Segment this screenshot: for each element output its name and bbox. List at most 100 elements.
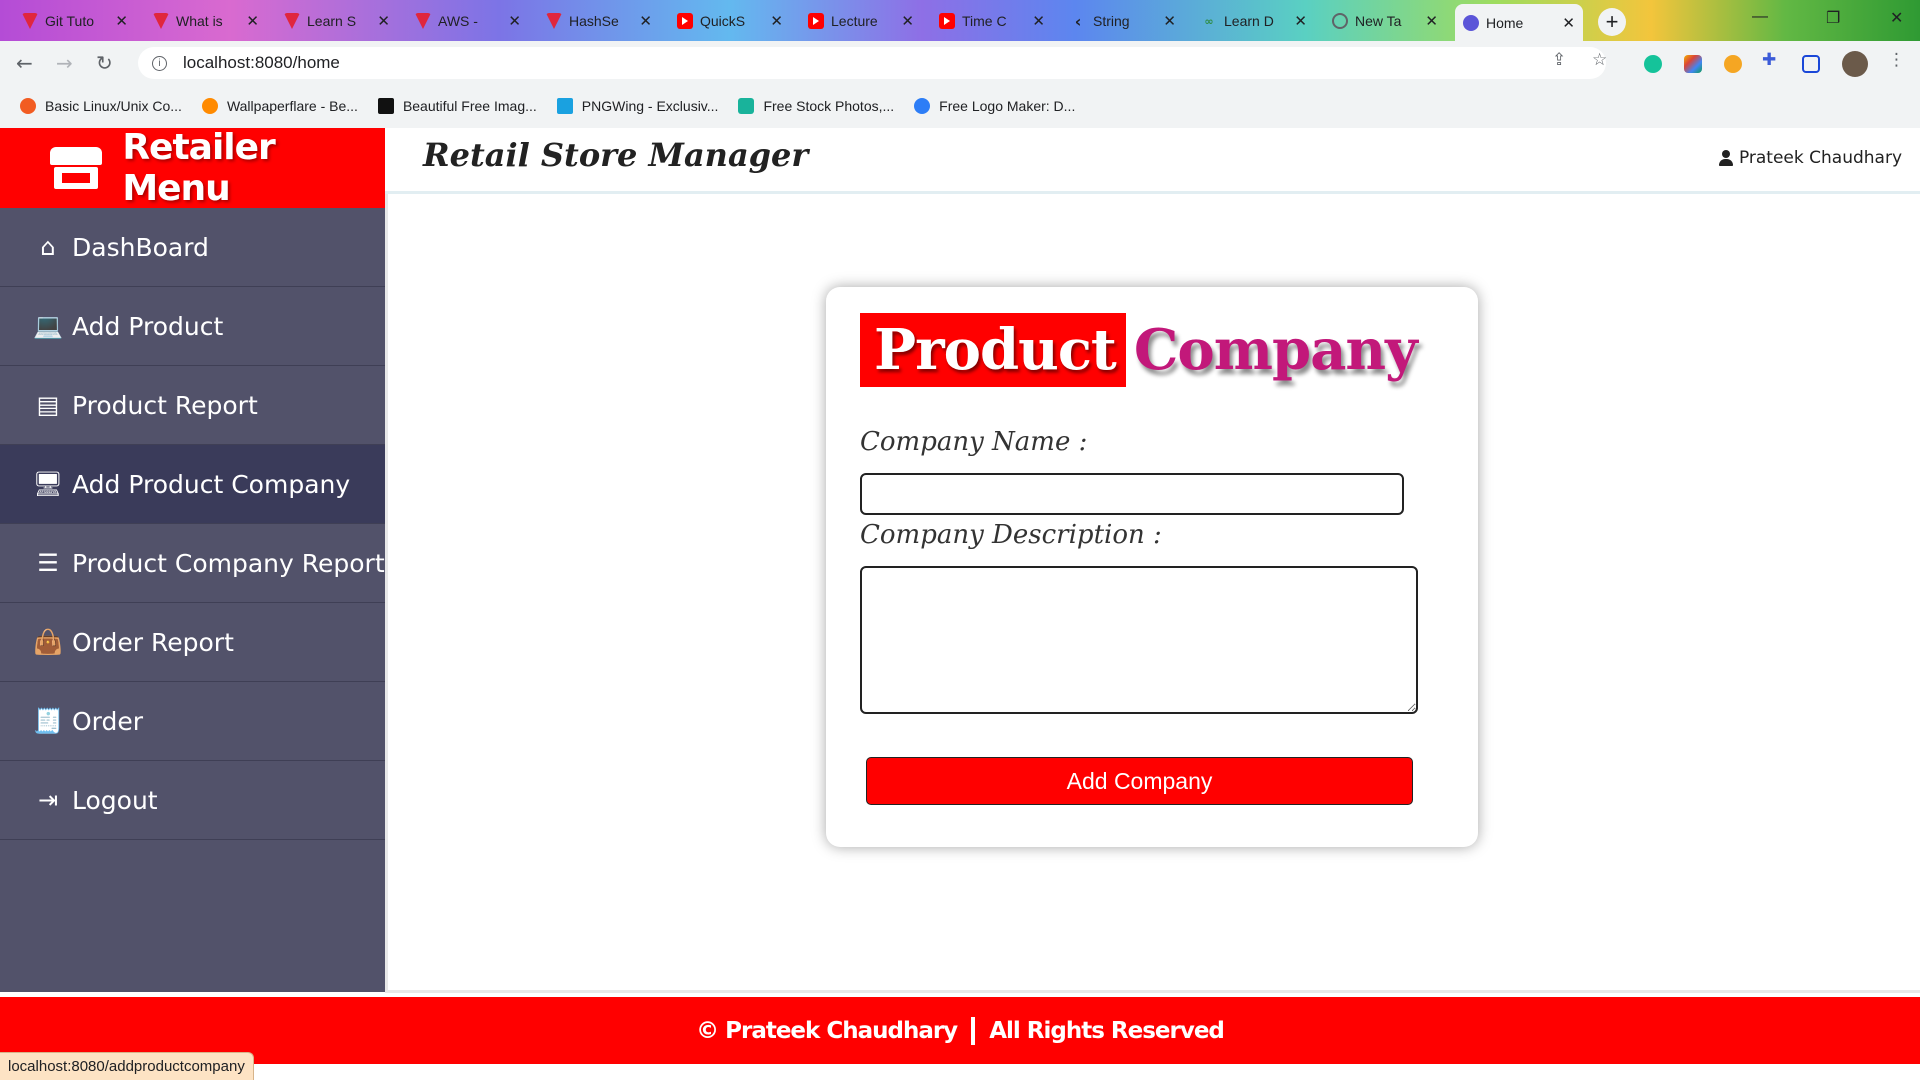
bookmark-icon [20,98,36,114]
sidebar-item-product-company-report[interactable]: ☰ Product Company Report [0,524,385,603]
close-icon[interactable]: ✕ [901,12,914,30]
tab-title: Learn D [1224,13,1274,29]
bookmark-item[interactable]: Free Stock Photos,... [738,98,894,114]
browser-tab[interactable]: ∞ Learn D ✕ [1193,5,1315,37]
tab-title: Home [1486,14,1524,31]
vivaldi-icon [284,13,300,29]
tab-title: New Ta [1355,13,1402,29]
browser-tab[interactable]: AWS - ✕ [407,5,529,37]
browser-tab[interactable]: HashSe ✕ [538,5,660,37]
side-panel-icon[interactable] [1802,55,1820,73]
close-icon[interactable]: ✕ [1425,12,1438,30]
laptop-icon: 💻 [33,312,63,340]
status-url: localhost:8080/addproductcompany [8,1058,245,1075]
sidebar-item-logout[interactable]: ⇥ Logout [0,761,385,840]
sidebar-item-product-report[interactable]: ▤ Product Report [0,366,385,445]
globe-icon [1332,13,1348,29]
extension-icon[interactable] [1724,55,1742,73]
avatar[interactable] [1842,51,1868,77]
close-icon[interactable]: ✕ [1163,12,1176,30]
vivaldi-icon [153,13,169,29]
sidebar-item-label: DashBoard [72,232,209,262]
bookmark-icon [556,98,573,114]
browser-tab[interactable]: Lecture ✕ [800,5,922,37]
browser-status-bar: localhost:8080/addproductcompany [0,1052,254,1080]
close-icon[interactable]: ✕ [508,12,521,30]
address-url[interactable]: localhost:8080/home [183,53,340,73]
browser-tab[interactable]: Learn S ✕ [276,5,398,37]
store-icon [50,147,102,189]
sidebar-item-order[interactable]: 🧾 Order [0,682,385,761]
close-icon[interactable]: ✕ [246,12,259,30]
bookmark-item[interactable]: Wallpaperflare - Be... [201,98,358,114]
bookmark-item[interactable]: PNGWing - Exclusiv... [556,98,718,114]
close-icon[interactable]: ✕ [377,12,390,30]
bookmark-item[interactable]: Basic Linux/Unix Co... [20,98,182,114]
vivaldi-icon [22,13,38,29]
user-name: Prateek Chaudhary [1738,148,1902,168]
sidebar-item-add-product[interactable]: 💻 Add Product [0,287,385,366]
share-icon[interactable]: ⇪ [1552,50,1566,70]
puzzle-icon[interactable]: ✚ [1762,50,1776,70]
browser-tab-strip: Git Tuto ✕ What is ✕ Learn S ✕ AWS - ✕ H… [0,0,1920,41]
card-title-part1: Product [860,313,1126,387]
page-bottom [0,1064,1920,1080]
sidebar-item-order-report[interactable]: 👜 Order Report [0,603,385,682]
company-name-input[interactable] [860,473,1404,515]
browser-tab[interactable]: Git Tuto ✕ [14,5,136,37]
list-alt-icon: ▤ [36,391,60,419]
window-close-icon[interactable]: ✕ [1890,8,1903,28]
sidebar-item-label: Product Company Report [72,548,385,578]
close-icon[interactable]: ✕ [1294,12,1307,30]
minimize-icon[interactable]: — [1752,8,1768,26]
footer-rights: All Rights Reserved [989,1017,1225,1044]
sidebar-brand-title: Retailer Menu [122,127,275,209]
sidebar-item-dashboard[interactable]: ⌂ DashBoard [0,208,385,287]
back-icon[interactable]: ← [16,51,33,75]
browser-tab-active[interactable]: Home ✕ [1455,4,1583,41]
forward-icon[interactable]: → [56,51,73,75]
site-info-icon[interactable]: i [152,55,167,71]
close-icon[interactable]: ✕ [1032,12,1045,30]
sign-out-icon: ⇥ [37,786,59,814]
divider [385,194,388,992]
close-icon[interactable]: ✕ [1562,14,1575,32]
add-company-button[interactable]: Add Company [866,757,1413,805]
kebab-menu-icon[interactable]: ⋮ [1888,50,1905,70]
user-menu[interactable]: Prateek Chaudhary [1718,148,1902,168]
company-name-label: Company Name : [860,427,1088,457]
youtube-icon [939,13,955,29]
vivaldi-icon [415,13,431,29]
vivaldi-icon [546,13,562,29]
user-icon [1718,150,1733,166]
browser-tab[interactable]: What is ✕ [145,5,267,37]
extension-icon[interactable] [1684,55,1702,73]
footer-separator [971,1016,976,1045]
bookmark-item[interactable]: Beautiful Free Imag... [377,98,537,114]
browser-tab[interactable]: Time C ✕ [931,5,1053,37]
footer: © Prateek Chaudhary All Rights Reserved [0,997,1920,1064]
bookmark-star-icon[interactable]: ☆ [1592,50,1607,70]
close-icon[interactable]: ✕ [115,12,128,30]
tab-title: What is [176,13,223,29]
sidebar-item-add-product-company[interactable]: 🖥 Add Product Company [0,445,385,524]
reload-icon[interactable]: ↻ [96,51,113,75]
address-bar[interactable]: i localhost:8080/home [138,47,1606,79]
browser-tab[interactable]: New Ta ✕ [1324,5,1446,37]
browser-tab[interactable]: QuickS ✕ [669,5,791,37]
browser-tab[interactable]: ‹ String ✕ [1062,5,1184,37]
sidebar-item-label: Order Report [72,627,234,657]
close-icon[interactable]: ✕ [770,12,783,30]
bookmark-icon [738,98,755,114]
close-icon[interactable]: ✕ [639,12,652,30]
bookmarks-bar: Basic Linux/Unix Co... Wallpaperflare - … [0,84,1920,128]
restore-icon[interactable]: ❐ [1826,8,1840,28]
bookmark-item[interactable]: Free Logo Maker: D... [914,98,1075,114]
new-tab-button[interactable]: + [1598,8,1626,36]
grammarly-icon[interactable] [1644,55,1662,73]
bookmark-icon [201,98,218,114]
sidebar-item-label: Order [72,706,144,736]
page-title: Retail Store Manager [423,136,809,174]
sidebar-item-label: Add Product Company [72,469,351,499]
company-description-textarea[interactable] [860,566,1418,714]
